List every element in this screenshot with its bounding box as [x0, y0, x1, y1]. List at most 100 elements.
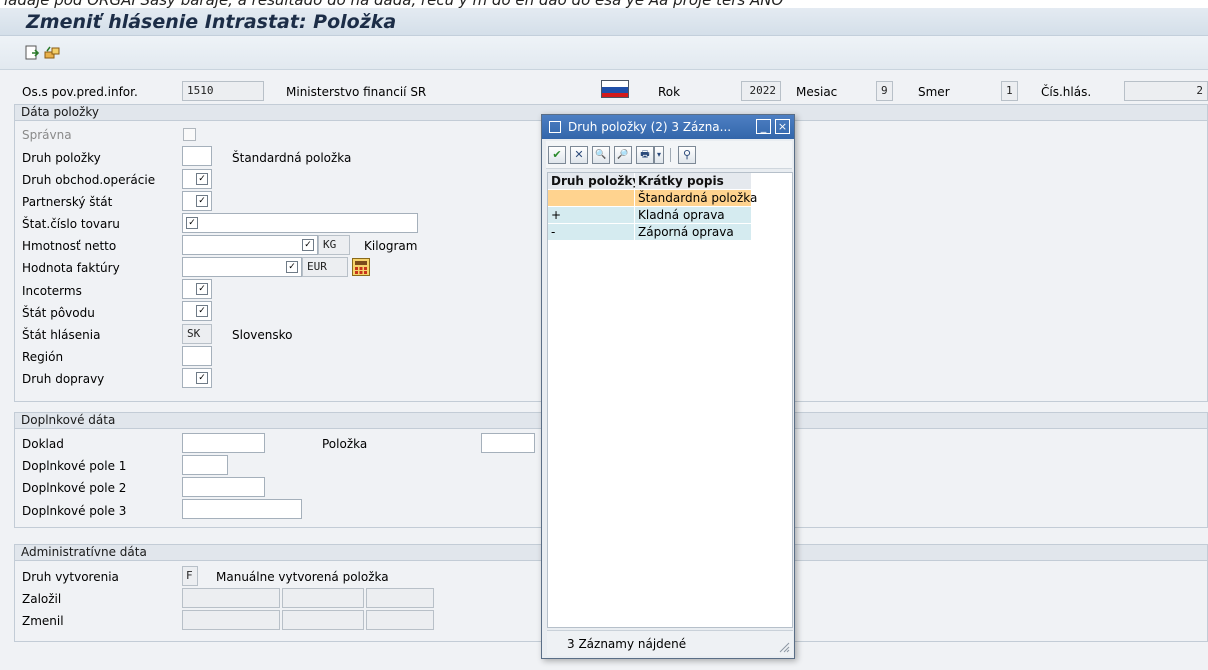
year-label: Rok [658, 85, 681, 99]
report-no-label: Čís.hlás. [1041, 85, 1092, 99]
extra1-field[interactable] [182, 455, 228, 475]
origin-label: Štát pôvodu [22, 306, 95, 320]
required-mark: ✓ [196, 283, 208, 295]
value-help-popup: Druh položky (2) 3 Zázna... _ × ✔ ✕ 🔍 🔎 … [541, 114, 795, 659]
partner-field[interactable]: ✓ [182, 191, 212, 211]
list-row-desc[interactable]: Záporná oprava [635, 224, 751, 240]
weight-unit-field: KG [318, 235, 350, 255]
invoice-label: Hodnota faktúry [22, 261, 120, 275]
list-row-code[interactable] [548, 190, 634, 206]
required-mark: ✓ [196, 195, 208, 207]
item-type-field[interactable] [182, 146, 212, 166]
transport-field[interactable]: ✓ [182, 368, 212, 388]
region-field[interactable] [182, 346, 212, 366]
partner-label: Partnerský štát [22, 195, 113, 209]
required-mark: ✓ [302, 239, 314, 251]
required-mark: ✓ [196, 305, 208, 317]
currency-field: EUR [302, 257, 348, 277]
transport-icon[interactable] [44, 45, 60, 61]
popup-window-icon [549, 121, 561, 133]
incoterms-field[interactable]: ✓ [182, 279, 212, 299]
page-title: Zmeniť hlásenie Intrastat: Položka [26, 11, 397, 33]
created-by-label: Založil [22, 592, 62, 606]
value-list: Druh položky Krátky popis Štandardná pol… [547, 172, 793, 628]
created-on-field [282, 588, 364, 608]
list-row-desc[interactable]: Kladná oprava [635, 207, 751, 223]
month-label: Mesiac [796, 85, 838, 99]
list-row-code[interactable]: + [548, 207, 634, 223]
direction-field: 1 [1001, 81, 1018, 101]
slovakia-flag-icon [601, 80, 629, 98]
correct-label: Správna [22, 128, 72, 142]
transaction-label: Druh obchod.operácie [22, 173, 156, 187]
cancel-icon[interactable]: ✕ [570, 146, 588, 164]
commodity-field[interactable]: ✓ [182, 213, 418, 233]
records-found-text: 3 Záznamy nájdené [567, 637, 687, 651]
item-type-label: Druh položky [22, 151, 101, 165]
item-label: Položka [322, 437, 368, 451]
extra2-label: Doplnkové pole 2 [22, 481, 127, 495]
direction-label: Smer [918, 85, 950, 99]
extra3-label: Doplnkové pole 3 [22, 504, 127, 518]
settings-icon[interactable]: ⚲ [678, 146, 696, 164]
item-field[interactable] [481, 433, 535, 453]
find-icon[interactable]: 🔍 [592, 146, 610, 164]
correct-checkbox [183, 128, 196, 141]
net-weight-label: Hmotnosť netto [22, 239, 117, 253]
required-mark: ✓ [196, 173, 208, 185]
required-mark: ✓ [286, 261, 298, 273]
origin-field[interactable]: ✓ [182, 301, 212, 321]
print-icon[interactable]: 🖶 [636, 146, 654, 164]
changed-at-field [366, 610, 434, 630]
doc-label: Doklad [22, 437, 64, 451]
creation-label: Druh vytvorenia [22, 570, 119, 584]
reporter-label: Os.s pov.pred.infor. [22, 85, 138, 99]
report-country-text: Slovensko [232, 328, 293, 342]
save-doc-icon[interactable] [24, 45, 40, 61]
invoice-field[interactable]: ✓ [182, 257, 302, 277]
reporter-name: Ministerstvo financií SR [286, 85, 427, 99]
report-country-field: SK [182, 324, 212, 344]
doc-field[interactable] [182, 433, 265, 453]
list-row-code[interactable]: - [548, 224, 634, 240]
application-toolbar [0, 36, 1208, 70]
item-type-text: Štandardná položka [232, 151, 352, 165]
month-field: 9 [876, 81, 893, 101]
reporter-field: 1510 [182, 81, 264, 101]
toolbar-separator [670, 148, 671, 162]
popup-title-bar[interactable]: Druh položky (2) 3 Zázna... _ × [542, 115, 794, 139]
transaction-field[interactable]: ✓ [182, 169, 212, 189]
required-mark: ✓ [186, 217, 198, 229]
popup-toolbar: ✔ ✕ 🔍 🔎 🖶 ▾ ⚲ [546, 141, 792, 169]
currency-calculator-icon[interactable] [352, 258, 370, 276]
extra3-field[interactable] [182, 499, 302, 519]
commodity-label: Štat.číslo tovaru [22, 217, 120, 231]
column-header-code[interactable]: Druh položky [548, 173, 640, 189]
region-label: Región [22, 350, 64, 364]
confirm-icon[interactable]: ✔ [548, 146, 566, 164]
transport-label: Druh dopravy [22, 372, 105, 386]
print-dropdown-icon[interactable]: ▾ [654, 146, 664, 164]
find-next-icon[interactable]: 🔎 [614, 146, 632, 164]
creation-field: F [182, 566, 198, 586]
extra2-field[interactable] [182, 477, 265, 497]
resize-grip-icon[interactable] [778, 641, 790, 653]
cropped-text: ladaje pod ORGAI Sasý baraje, a resultad… [4, 0, 783, 8]
created-at-field [366, 588, 434, 608]
year-field: 2022 [741, 81, 781, 101]
list-row-desc[interactable]: Štandardná položka [635, 190, 757, 206]
net-weight-field[interactable]: ✓ [182, 235, 318, 255]
minimize-button[interactable]: _ [756, 119, 771, 134]
popup-status-bar: 3 Záznamy nájdené [547, 630, 793, 656]
title-bar: Zmeniť hlásenie Intrastat: Položka [0, 8, 1208, 36]
close-button[interactable]: × [775, 119, 790, 134]
changed-by-label: Zmenil [22, 614, 64, 628]
required-mark: ✓ [196, 372, 208, 384]
changed-on-field [282, 610, 364, 630]
creation-text: Manuálne vytvorená položka [216, 570, 389, 584]
column-header-desc[interactable]: Krátky popis [635, 173, 751, 189]
report-country-label: Štát hlásenia [22, 328, 101, 342]
changed-by-field [182, 610, 280, 630]
weight-unit-text: Kilogram [364, 239, 418, 253]
created-by-field [182, 588, 280, 608]
